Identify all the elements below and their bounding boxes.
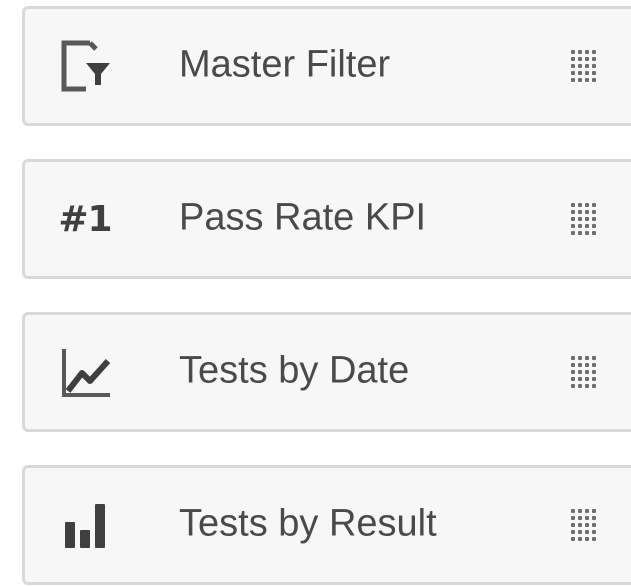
drag-handle-icon[interactable] <box>571 50 596 82</box>
item-label: Tests by Result <box>179 502 437 545</box>
visualization-list: Master Filter #1 Pass Rate KPI Tests by … <box>0 0 631 586</box>
bar-chart-icon <box>55 495 115 555</box>
drag-handle-icon[interactable] <box>571 509 596 541</box>
list-item-pass-rate-kpi[interactable]: #1 Pass Rate KPI <box>22 159 631 279</box>
drag-handle-icon[interactable] <box>571 203 596 235</box>
drag-handle-icon[interactable] <box>571 356 596 388</box>
kpi-icon-text: #1 <box>58 198 112 240</box>
filter-pane-icon <box>55 36 115 96</box>
list-item-tests-by-date[interactable]: Tests by Date <box>22 312 631 432</box>
list-item-master-filter[interactable]: Master Filter <box>22 6 631 126</box>
kpi-icon: #1 <box>55 189 115 249</box>
line-chart-icon <box>55 342 115 402</box>
item-label: Master Filter <box>179 43 391 86</box>
list-item-tests-by-result[interactable]: Tests by Result <box>22 465 631 585</box>
item-label: Pass Rate KPI <box>179 196 427 239</box>
item-label: Tests by Date <box>179 349 410 392</box>
